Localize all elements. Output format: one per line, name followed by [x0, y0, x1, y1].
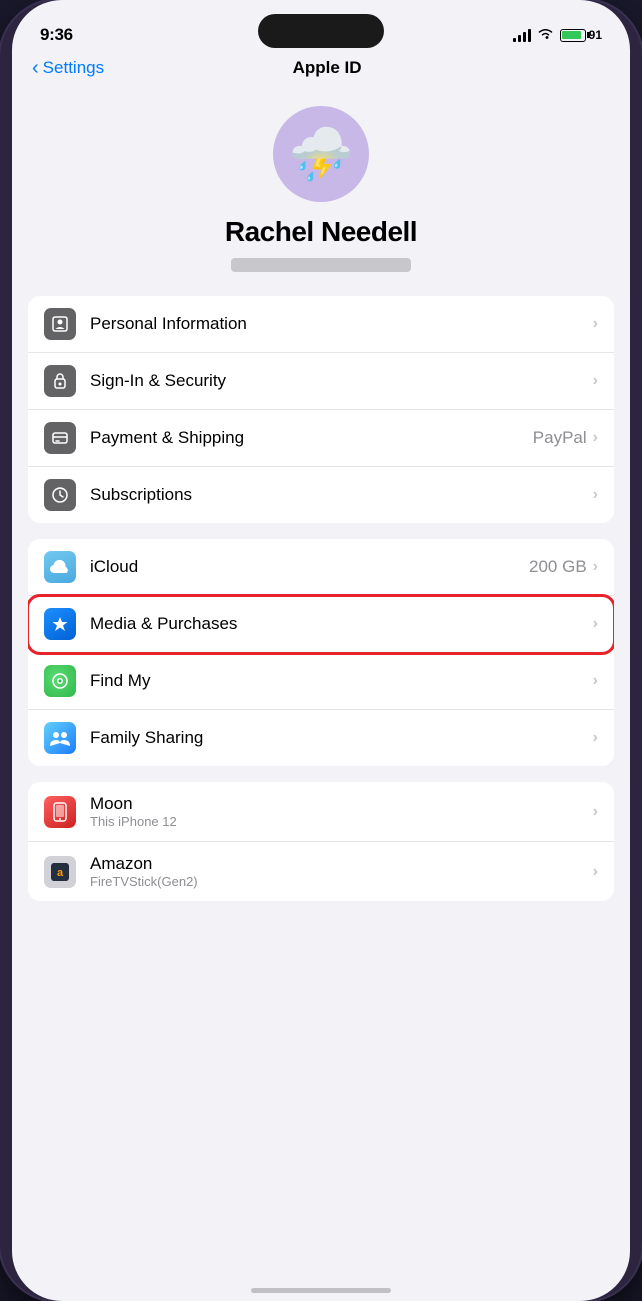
media-purchases-chevron: ›: [593, 615, 598, 633]
subscriptions-chevron: ›: [593, 486, 598, 504]
amazon-device-subtitle: FireTVStick(Gen2): [90, 874, 593, 889]
personal-information-content: Personal Information: [90, 314, 593, 334]
avatar[interactable]: ⛈️: [273, 106, 369, 202]
moon-device-content: Moon This iPhone 12: [90, 794, 593, 829]
signal-bar-2: [518, 35, 521, 42]
subscriptions-label: Subscriptions: [90, 485, 593, 505]
signin-security-chevron: ›: [593, 372, 598, 390]
subscriptions-content: Subscriptions: [90, 485, 593, 505]
battery-icon: [560, 29, 586, 42]
family-sharing-icon: [44, 722, 76, 754]
phone-screen: 9:36: [12, 0, 630, 1301]
profile-section: ⛈️ Rachel Needell: [12, 90, 630, 296]
payment-shipping-chevron: ›: [593, 429, 598, 447]
icloud-chevron: ›: [593, 558, 598, 576]
findmy-row[interactable]: Find My ›: [28, 653, 614, 710]
signin-security-icon: [44, 365, 76, 397]
moon-device-chevron: ›: [593, 803, 598, 821]
family-sharing-chevron: ›: [593, 729, 598, 747]
signal-bar-4: [528, 29, 531, 42]
battery-container: 91: [560, 28, 602, 42]
amazon-device-row[interactable]: a Amazon FireTVStick(Gen2) ›: [28, 842, 614, 901]
phone-shell: 9:36: [0, 0, 642, 1301]
family-sharing-row[interactable]: Family Sharing ›: [28, 710, 614, 766]
status-time: 9:36: [40, 25, 73, 45]
findmy-icon: [44, 665, 76, 697]
moon-device-row[interactable]: Moon This iPhone 12 ›: [28, 782, 614, 842]
findmy-label: Find My: [90, 671, 593, 691]
moon-device-label: Moon: [90, 794, 593, 814]
payment-shipping-content: Payment & Shipping: [90, 428, 533, 448]
back-label: Settings: [43, 58, 104, 78]
payment-shipping-icon: [44, 422, 76, 454]
amazon-device-icon: a: [44, 856, 76, 888]
payment-shipping-value: PayPal: [533, 428, 587, 448]
family-sharing-content: Family Sharing: [90, 728, 593, 748]
scroll-content: ⛈️ Rachel Needell: [12, 90, 630, 937]
svg-text:a: a: [57, 867, 64, 879]
signal-bar-1: [513, 38, 516, 42]
battery-fill: [562, 31, 581, 39]
personal-information-chevron: ›: [593, 315, 598, 333]
icloud-icon: [44, 551, 76, 583]
back-button[interactable]: ‹ Settings: [32, 58, 104, 78]
wifi-icon: [537, 27, 554, 43]
battery-percentage: 91: [589, 28, 602, 42]
profile-name: Rachel Needell: [225, 216, 417, 248]
icloud-row[interactable]: iCloud 200 GB ›: [28, 539, 614, 596]
media-purchases-icon: [44, 608, 76, 640]
findmy-chevron: ›: [593, 672, 598, 690]
payment-shipping-row[interactable]: Payment & Shipping PayPal ›: [28, 410, 614, 467]
subscriptions-row[interactable]: Subscriptions ›: [28, 467, 614, 523]
moon-device-icon: [44, 796, 76, 828]
icloud-content: iCloud: [90, 557, 529, 577]
account-settings-group: Personal Information › Sign-In & Se: [28, 296, 614, 523]
subscriptions-icon: [44, 479, 76, 511]
signal-bar-3: [523, 32, 526, 42]
icloud-value: 200 GB: [529, 557, 587, 577]
signin-security-row[interactable]: Sign-In & Security ›: [28, 353, 614, 410]
services-group: iCloud 200 GB › Media & Purchases: [28, 539, 614, 766]
profile-email-bar: [231, 258, 411, 272]
icloud-label: iCloud: [90, 557, 529, 577]
media-purchases-label: Media & Purchases: [90, 614, 593, 634]
amazon-device-chevron: ›: [593, 863, 598, 881]
nav-bar: ‹ Settings Apple ID: [12, 54, 630, 90]
findmy-content: Find My: [90, 671, 593, 691]
home-indicator: [251, 1288, 391, 1293]
personal-information-row[interactable]: Personal Information ›: [28, 296, 614, 353]
signal-bars-icon: [513, 28, 531, 42]
back-chevron-icon: ‹: [32, 58, 39, 78]
amazon-device-label: Amazon: [90, 854, 593, 874]
media-purchases-content: Media & Purchases: [90, 614, 593, 634]
status-icons: 91: [513, 27, 602, 43]
personal-information-label: Personal Information: [90, 314, 593, 334]
personal-information-icon: [44, 308, 76, 340]
media-purchases-row[interactable]: Media & Purchases ›: [28, 596, 614, 653]
dynamic-island: [258, 14, 384, 48]
devices-group: Moon This iPhone 12 › a Amazon: [28, 782, 614, 901]
signin-security-label: Sign-In & Security: [90, 371, 593, 391]
moon-device-subtitle: This iPhone 12: [90, 814, 593, 829]
family-sharing-label: Family Sharing: [90, 728, 593, 748]
amazon-device-content: Amazon FireTVStick(Gen2): [90, 854, 593, 889]
signin-security-content: Sign-In & Security: [90, 371, 593, 391]
payment-shipping-label: Payment & Shipping: [90, 428, 533, 448]
page-title: Apple ID: [104, 58, 550, 78]
